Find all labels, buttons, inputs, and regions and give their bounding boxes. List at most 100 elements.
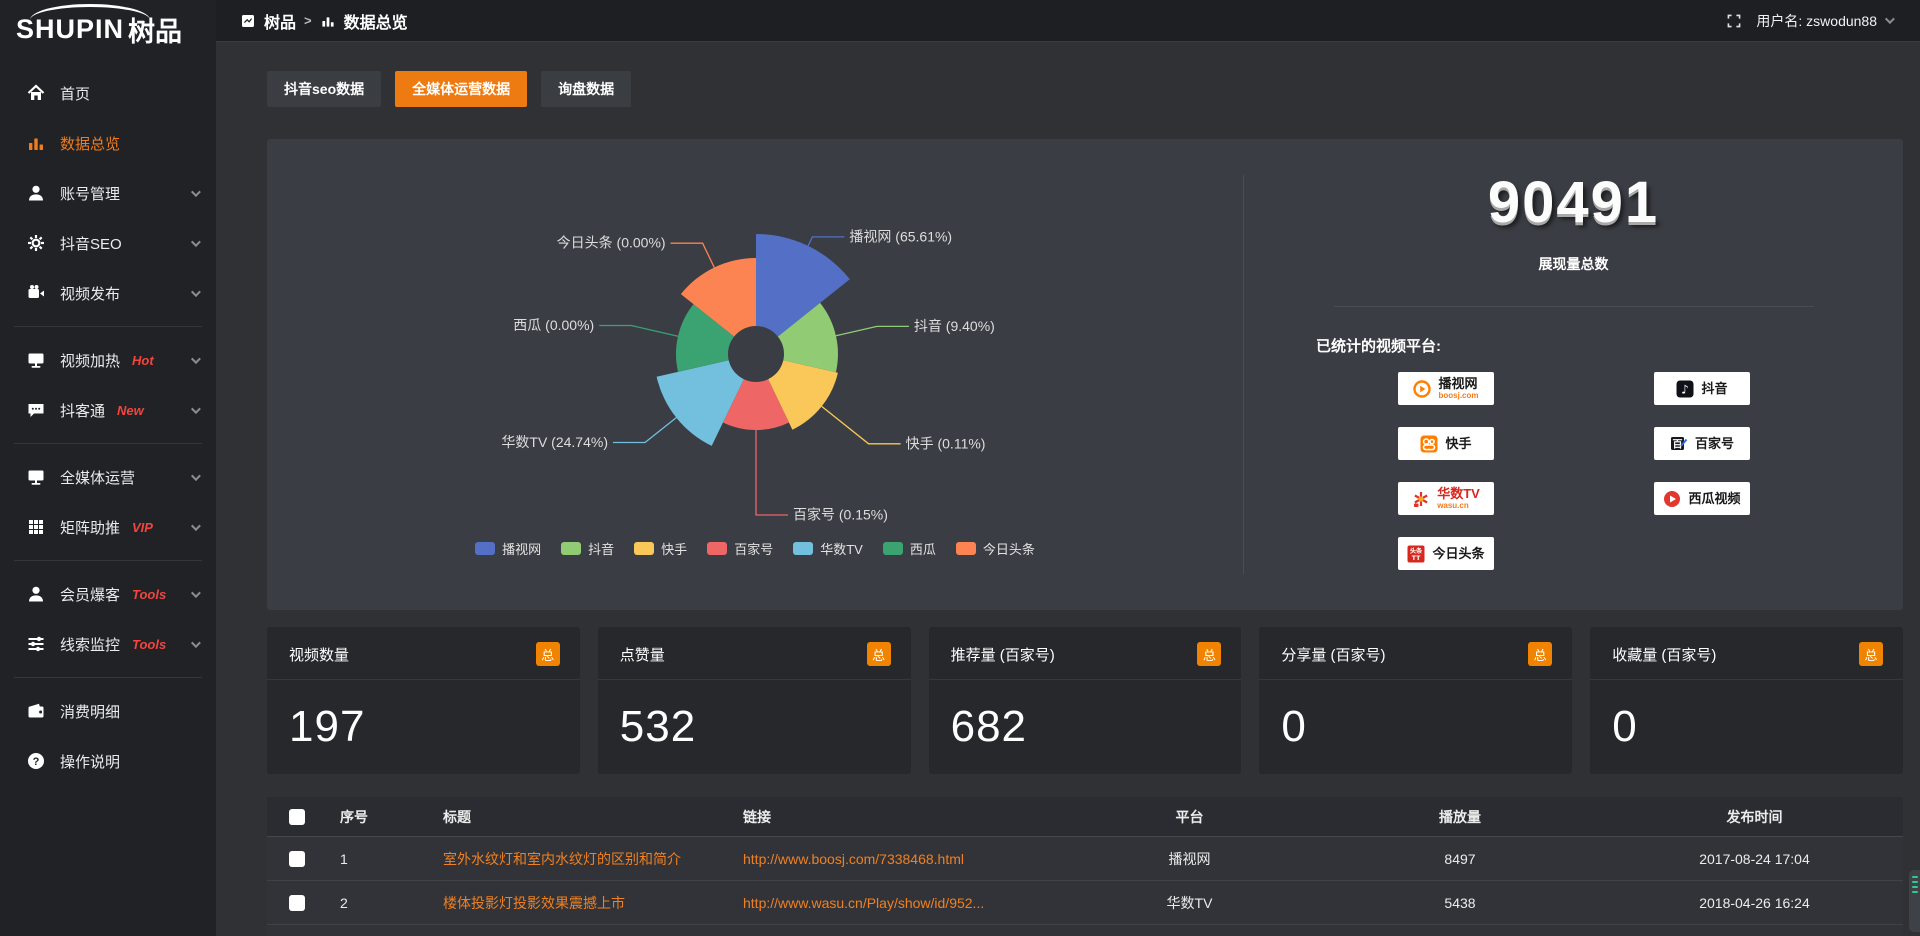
pie-hole (728, 326, 784, 382)
row-checkbox[interactable] (289, 895, 305, 911)
sidebar-menu: 首页数据总览账号管理抖音SEO 视频发布视频加热Hot抖客通New 全媒体运营矩阵助… (0, 58, 216, 786)
tab-抖音seo数据[interactable]: 抖音seo数据 (267, 71, 381, 107)
breadcrumb-separator: > (304, 13, 312, 28)
tab-询盘数据[interactable]: 询盘数据 (541, 71, 631, 107)
platform-name: 今日头条 (1432, 547, 1484, 561)
sidebar-item-tag: Tools (132, 637, 166, 652)
stat-card-title: 收藏量 (百家号) (1612, 644, 1716, 665)
cell-url-link[interactable]: http://www.wasu.cn/Play/show/id/952... (729, 895, 1068, 911)
legend-label: 华数TV (820, 539, 863, 558)
chart-legend: 播视网 抖音 快手 百家号 华数TV 西瓜 今日头条 (475, 539, 1035, 558)
cell-title-link[interactable]: 室外水纹灯和室内水纹灯的区别和简介 (429, 849, 729, 869)
sidebar-item-tag: Tools (132, 587, 166, 602)
sliders-icon (26, 634, 46, 654)
stat-card-推荐量 (百家号): 推荐量 (百家号) 总 682 (929, 627, 1242, 774)
sidebar-item-全媒体运营[interactable]: 全媒体运营 (0, 452, 216, 502)
legend-label: 播视网 (502, 539, 541, 558)
pie-label: 百家号 (0.15%) (793, 507, 888, 523)
sidebar-item-账号管理[interactable]: 账号管理 (0, 168, 216, 218)
breadcrumb-root[interactable]: 树品 (264, 9, 296, 33)
video-icon (26, 283, 46, 303)
legend-item-今日头条[interactable]: 今日头条 (956, 539, 1035, 558)
sidebar-item-label: 视频发布 (60, 283, 120, 304)
username-label: 用户名: zswodun88 (1756, 11, 1877, 31)
platform-name: 华数TV (1437, 487, 1480, 501)
legend-label: 西瓜 (910, 539, 936, 558)
sidebar-item-矩阵助推[interactable]: 矩阵助推VIP (0, 502, 216, 552)
sidebar-item-label: 视频加热 (60, 350, 120, 371)
col-header-链接: 链接 (729, 807, 1068, 827)
pie-label: 华数TV (24.74%) (501, 434, 608, 450)
sidebar-item-视频加热[interactable]: 视频加热Hot (0, 335, 216, 385)
pie-label-line (671, 243, 715, 267)
floating-scrollbar[interactable] (1909, 870, 1920, 932)
total-badge: 总 (536, 642, 560, 666)
sidebar-item-抖客通[interactable]: 抖客通New (0, 385, 216, 435)
legend-item-快手[interactable]: 快手 (634, 539, 687, 558)
monitor-icon (26, 467, 46, 487)
brand-logo[interactable]: SHUPIN 树品 (0, 0, 216, 58)
stat-card-value: 682 (929, 680, 1242, 752)
chevron-down-icon (191, 471, 201, 481)
legend-item-西瓜[interactable]: 西瓜 (883, 539, 936, 558)
sidebar-item-操作说明[interactable]: ?操作说明 (0, 736, 216, 786)
sidebar-item-label: 账号管理 (60, 183, 120, 204)
baijiahao-logo: 百 (1669, 434, 1689, 454)
stat-card-视频数量: 视频数量 总 197 (267, 627, 580, 774)
legend-item-百家号[interactable]: 百家号 (707, 539, 773, 558)
stat-card-点赞量: 点赞量 总 532 (598, 627, 911, 774)
table-row-partial (267, 925, 1903, 936)
svg-text:♪: ♪ (1682, 382, 1690, 396)
sidebar-item-首页[interactable]: 首页 (0, 68, 216, 118)
legend-item-抖音[interactable]: 抖音 (561, 539, 614, 558)
xigua-logo (1662, 489, 1682, 509)
legend-label: 今日头条 (983, 539, 1035, 558)
tab-全媒体运营数据[interactable]: 全媒体运营数据 (395, 71, 527, 107)
sidebar-item-线索监控[interactable]: 线索监控 Tools (0, 619, 216, 669)
sidebar-item-tag: VIP (132, 520, 153, 535)
fullscreen-icon[interactable] (1726, 13, 1742, 29)
sidebar-item-label: 线索监控 (60, 634, 120, 655)
sidebar-item-消费明细[interactable]: 消费明细 (0, 686, 216, 736)
user-icon (26, 183, 46, 203)
cell-url-link[interactable]: http://www.boosj.com/7338468.html (729, 851, 1068, 867)
sidebar-item-视频发布[interactable]: 视频发布 (0, 268, 216, 318)
sidebar-item-label: 抖客通 (60, 400, 105, 421)
toutiao-logo: 头条TT (1406, 544, 1426, 564)
sidebar-item-label: 首页 (60, 83, 90, 104)
platform-badge-今日头条: 头条TT 今日头条 (1398, 537, 1494, 570)
cell-platform: 华数TV (1068, 893, 1311, 913)
legend-item-播视网[interactable]: 播视网 (475, 539, 541, 558)
douyin-logo: ♪ (1675, 379, 1695, 399)
rose-pie-chart: 播视网 (65.61%)抖音 (9.40%)快手 (0.11%)百家号 (0.1… (267, 139, 1243, 610)
home-icon (26, 83, 46, 103)
svg-text:百: 百 (1672, 438, 1682, 450)
breadcrumb: 树品 > 数据总览 (240, 9, 408, 33)
legend-item-华数TV[interactable]: 华数TV (793, 539, 863, 558)
platform-name: 西瓜视频 (1688, 492, 1740, 506)
user-menu[interactable]: 用户名: zswodun88 (1756, 11, 1892, 31)
sidebar-item-数据总览[interactable]: 数据总览 (0, 118, 216, 168)
row-checkbox[interactable] (289, 851, 305, 867)
summary-panel: 90491 展现量总数 已统计的视频平台: 播视网boosj.com快手华数TV… (1244, 139, 1903, 610)
col-header-标题: 标题 (429, 807, 729, 827)
stat-card-header: 推荐量 (百家号) 总 (929, 627, 1242, 680)
breadcrumb-current: 数据总览 (344, 9, 408, 33)
stat-card-title: 视频数量 (289, 644, 349, 665)
menu-divider (14, 326, 202, 327)
cell-title-link[interactable]: 楼体投影灯投影效果震撼上市 (429, 893, 729, 913)
stat-card-title: 推荐量 (百家号) (951, 644, 1055, 665)
platform-badge-西瓜视频: 西瓜视频 (1654, 482, 1750, 515)
sidebar-item-抖音SEO[interactable]: 抖音SEO (0, 218, 216, 268)
legend-swatch (475, 542, 495, 555)
sidebar: SHUPIN 树品 首页数据总览账号管理抖音SEO 视频发布视频加热Hot抖客通N… (0, 0, 216, 936)
sidebar-item-会员爆客[interactable]: 会员爆客Tools (0, 569, 216, 619)
stat-card-header: 点赞量 总 (598, 627, 911, 680)
legend-swatch (956, 542, 976, 555)
chart-panel: 播视网 (65.61%)抖音 (9.40%)快手 (0.11%)百家号 (0.1… (267, 139, 1903, 610)
select-all-checkbox[interactable] (289, 809, 305, 825)
total-badge: 总 (1528, 642, 1552, 666)
menu-divider (14, 443, 202, 444)
stat-card-header: 分享量 (百家号) 总 (1259, 627, 1572, 680)
stat-card-header: 视频数量 总 (267, 627, 580, 680)
